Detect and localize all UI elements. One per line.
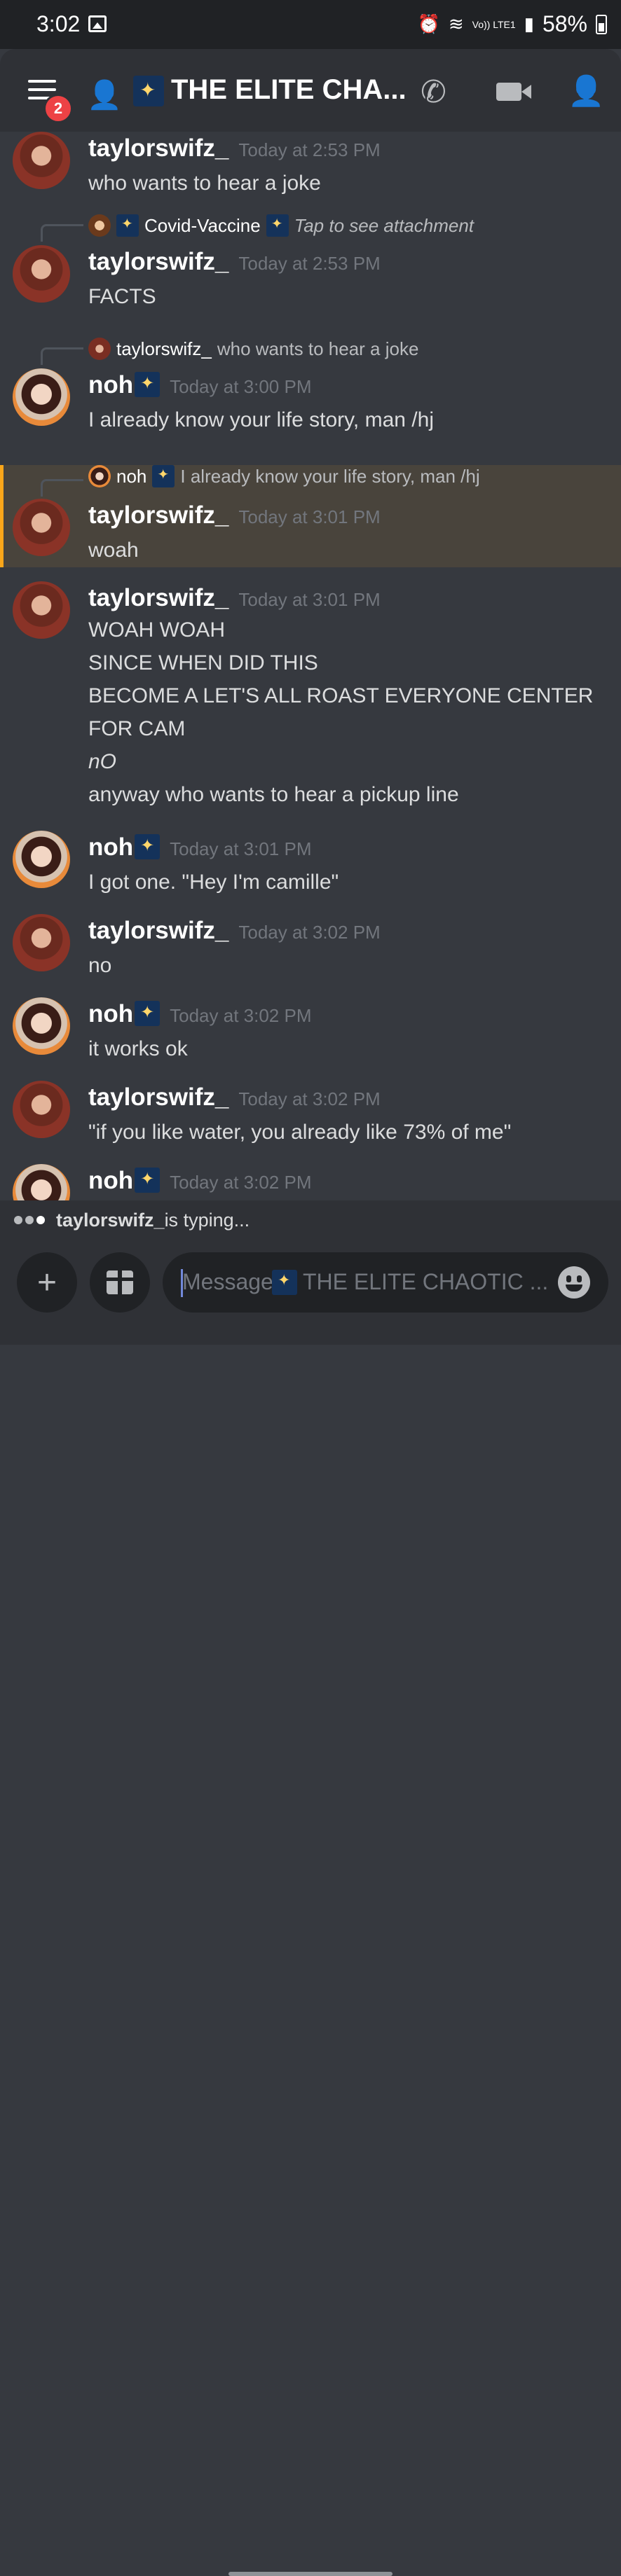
message-author[interactable]: nohToday at 3:01 PM (88, 833, 311, 861)
video-call-icon[interactable] (496, 83, 531, 101)
avatar[interactable] (13, 245, 70, 303)
plus-icon: + (36, 1263, 57, 1301)
emoji-picker-icon[interactable] (558, 1266, 590, 1299)
message-author[interactable]: taylorswifz_ Today at 3:02 PM (88, 917, 381, 945)
message-content: WOAH WOAH SINCE WHEN DID THIS BECOME A L… (88, 618, 594, 806)
message-content: woah (88, 539, 139, 562)
signal-icon: ▮ (524, 13, 534, 34)
voice-call-icon[interactable]: ✆ (421, 74, 446, 110)
status-time: 3:02 (36, 11, 81, 36)
reply-avatar (88, 465, 111, 487)
add-attachment-button[interactable]: + (17, 1252, 77, 1313)
reply-preview[interactable]: noh I already know your life story, man … (88, 465, 480, 487)
fireworks-emoji-icon (133, 76, 164, 106)
message-author[interactable]: taylorswifz_ Today at 2:53 PM (88, 134, 381, 162)
reply-avatar (88, 338, 111, 360)
gift-button[interactable] (90, 1252, 150, 1313)
fireworks-emoji-icon (135, 834, 161, 859)
typing-dots-icon (14, 1216, 45, 1224)
unread-badge: 2 (43, 94, 73, 123)
message-content: FACTS (88, 285, 156, 308)
message-author[interactable]: nohToday at 3:02 PM (88, 1167, 311, 1195)
message-input[interactable] (182, 1252, 535, 1314)
message-content: it works ok (88, 1037, 188, 1060)
avatar[interactable] (13, 997, 70, 1055)
member-list-icon[interactable]: 👤 (568, 74, 604, 109)
message-timestamp: Today at 3:00 PM (170, 376, 312, 397)
fireworks-emoji-icon (135, 1168, 161, 1193)
message-item-highlighted[interactable]: noh I already know your life story, man … (0, 465, 621, 567)
message-timestamp: Today at 3:01 PM (238, 506, 381, 527)
message-content: "if you like water, you already like 73%… (88, 1121, 512, 1144)
channel-header: 2 👤 THE ELITE CHA... ✆ 👤 (0, 49, 621, 132)
fireworks-emoji-icon (266, 214, 289, 237)
message-item[interactable]: nohToday at 3:02 PM it works ok (0, 997, 621, 1067)
battery-icon (596, 14, 607, 34)
image-notification-icon (88, 15, 107, 32)
message-author[interactable]: taylorswifz_ Today at 3:01 PM (88, 501, 381, 529)
reply-connector (41, 479, 83, 497)
message-author[interactable]: nohToday at 3:00 PM (88, 371, 311, 399)
friends-icon[interactable]: 👤 (87, 78, 122, 111)
battery-percent: 58% (542, 11, 587, 36)
message-item[interactable]: taylorswifz_ Today at 3:02 PM no (0, 914, 621, 984)
channel-title[interactable]: THE ELITE CHA... (171, 74, 407, 106)
reply-preview[interactable]: taylorswifz_ who wants to hear a joke (88, 338, 418, 360)
reply-connector (41, 224, 83, 242)
avatar[interactable] (13, 368, 70, 426)
status-icons: ⏰ ≋ Vo)) LTE1 ▮ 58% (417, 11, 607, 37)
message-item[interactable]: taylorswifz_ who wants to hear a joke no… (0, 338, 621, 450)
message-composer: + Message THE ELITE CHAOTIC ... (0, 1240, 621, 2576)
avatar[interactable] (13, 1164, 70, 1200)
message-content: who wants to hear a joke (88, 172, 321, 195)
message-item[interactable]: taylorswifz_ Today at 3:01 PM WOAH WOAH S… (0, 581, 621, 819)
fireworks-emoji-icon (135, 372, 161, 397)
message-timestamp: Today at 3:02 PM (170, 1005, 312, 1026)
gift-icon (107, 1270, 133, 1294)
network-label: Vo)) LTE1 (472, 18, 516, 30)
message-item[interactable]: nohToday at 3:01 PM I got one. "Hey I'm … (0, 831, 621, 901)
message-timestamp: Today at 3:01 PM (238, 589, 381, 610)
avatar[interactable] (13, 581, 70, 639)
message-item[interactable]: taylorswifz_ Today at 2:53 PM who wants t… (0, 132, 621, 202)
avatar[interactable] (13, 499, 70, 556)
message-content: I got one. "Hey I'm camille" (88, 871, 339, 894)
fireworks-emoji-icon (135, 1001, 161, 1026)
message-author[interactable]: taylorswifz_ Today at 2:53 PM (88, 248, 381, 276)
message-timestamp: Today at 3:02 PM (238, 922, 381, 943)
wifi-icon: ≋ (448, 13, 464, 34)
reply-avatar (88, 214, 111, 237)
message-item[interactable]: Covid-Vaccine Tap to see attachment tayl… (0, 214, 621, 319)
avatar[interactable] (13, 914, 70, 971)
alarm-icon: ⏰ (417, 13, 440, 34)
message-author[interactable]: nohToday at 3:02 PM (88, 1000, 311, 1028)
message-author[interactable]: taylorswifz_ Today at 3:02 PM (88, 1083, 381, 1112)
message-timestamp: Today at 3:02 PM (170, 1172, 312, 1193)
message-list[interactable]: taylorswifz_ Today at 2:53 PM who wants t… (0, 132, 621, 1200)
status-bar: 3:02 ⏰ ≋ Vo)) LTE1 ▮ 58% (0, 0, 621, 49)
avatar[interactable] (13, 831, 70, 888)
reply-connector (41, 347, 83, 365)
message-author[interactable]: taylorswifz_ Today at 3:01 PM (88, 584, 381, 612)
typing-indicator: taylorswifz_ is typing... (0, 1200, 621, 1240)
avatar[interactable] (13, 132, 70, 189)
message-timestamp: Today at 3:01 PM (170, 838, 312, 859)
avatar[interactable] (13, 1081, 70, 1138)
message-input-container[interactable]: Message THE ELITE CHAOTIC ... (163, 1252, 608, 1314)
fireworks-emoji-icon (116, 214, 139, 237)
message-item[interactable]: nohToday at 3:02 PM (0, 1164, 621, 1200)
message-timestamp: Today at 2:53 PM (238, 139, 381, 160)
message-content: no (88, 954, 112, 977)
reply-preview[interactable]: Covid-Vaccine Tap to see attachment (88, 214, 474, 237)
message-item[interactable]: taylorswifz_ Today at 3:02 PM "if you lik… (0, 1081, 621, 1151)
home-indicator[interactable] (228, 2572, 393, 2576)
message-timestamp: Today at 2:53 PM (238, 253, 381, 274)
message-timestamp: Today at 3:02 PM (238, 1088, 381, 1109)
message-content: I already know your life story, man /hj (88, 408, 434, 431)
fireworks-emoji-icon (152, 465, 175, 487)
